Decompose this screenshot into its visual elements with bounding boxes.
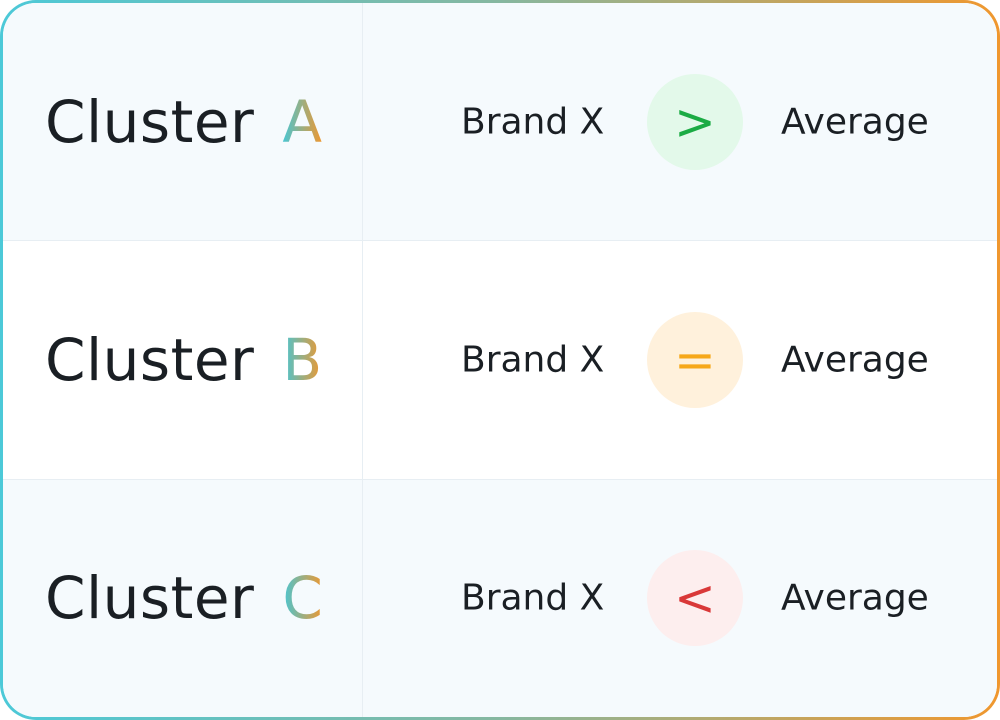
greater-than-badge: > bbox=[647, 73, 743, 170]
cluster-letter: B bbox=[282, 325, 323, 394]
less-than-badge: < bbox=[647, 550, 743, 647]
average-label: Average bbox=[781, 101, 929, 143]
comparison-cell: Brand X = Average bbox=[363, 241, 997, 478]
cluster-row-c: Cluster C Brand X < Average bbox=[3, 479, 997, 717]
greater-than-icon: > bbox=[674, 92, 716, 151]
comparison-table: Cluster A Brand X > Average Cluster B Br… bbox=[3, 3, 997, 717]
comparison-cell: Brand X < Average bbox=[363, 480, 997, 717]
equal-badge: = bbox=[647, 311, 743, 408]
cluster-letter: A bbox=[282, 87, 323, 156]
cluster-label: Cluster bbox=[45, 87, 255, 156]
cluster-label: Cluster bbox=[45, 325, 255, 394]
brand-label: Brand X bbox=[461, 339, 605, 381]
comparison-card: Cluster A Brand X > Average Cluster B Br… bbox=[0, 0, 1000, 720]
equal-icon: = bbox=[674, 330, 716, 389]
brand-label: Brand X bbox=[461, 101, 605, 143]
comparison-cell: Brand X > Average bbox=[363, 3, 997, 240]
cluster-row-a: Cluster A Brand X > Average bbox=[3, 3, 997, 242]
cluster-name-cell: Cluster C bbox=[3, 479, 363, 717]
cluster-row-b: Cluster B Brand X = Average bbox=[3, 241, 997, 480]
average-label: Average bbox=[781, 577, 929, 619]
average-label: Average bbox=[781, 339, 929, 381]
brand-label: Brand X bbox=[461, 577, 605, 619]
cluster-label: Cluster bbox=[45, 564, 255, 633]
less-than-icon: < bbox=[674, 569, 716, 628]
cluster-name-cell: Cluster B bbox=[3, 241, 363, 479]
cluster-letter: C bbox=[282, 564, 323, 633]
cluster-name-cell: Cluster A bbox=[3, 3, 363, 241]
